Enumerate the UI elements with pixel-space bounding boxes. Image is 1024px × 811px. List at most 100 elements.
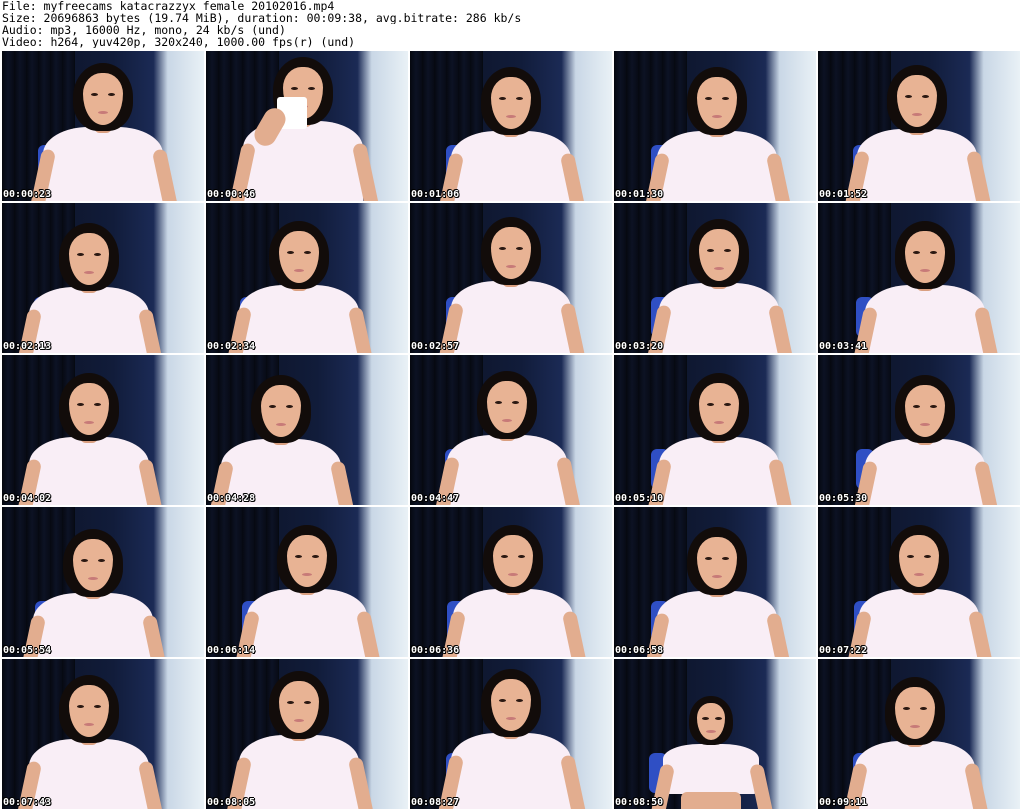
left-eye [91, 93, 98, 96]
white-t-shirt [451, 733, 571, 809]
frame-timestamp: 00:01:52 [819, 189, 868, 200]
left-eye [499, 699, 506, 702]
left-eye [499, 247, 506, 250]
right-eye [724, 249, 731, 252]
left-eye [705, 557, 712, 560]
video-frame-thumbnail: 00:00:46 [206, 51, 408, 201]
video-frame-thumbnail: 00:04:47 [410, 355, 612, 505]
right-eye [94, 403, 101, 406]
left-eye [81, 559, 88, 562]
mouth [910, 725, 920, 728]
right-eye [930, 405, 937, 408]
video-frame-thumbnail: 00:05:30 [818, 355, 1020, 505]
video-frame-thumbnail: 00:09:11 [818, 659, 1020, 809]
mouth [302, 573, 312, 576]
left-eye [707, 403, 714, 406]
video-frame-thumbnail: 00:02:34 [206, 203, 408, 353]
left-eye [707, 249, 714, 252]
frame-timestamp: 00:00:46 [207, 189, 256, 200]
right-eye [518, 555, 525, 558]
video-frame-thumbnail: 00:00:23 [2, 51, 204, 201]
left-eye [77, 403, 84, 406]
right-eye [286, 405, 293, 408]
mouth [712, 575, 722, 578]
mouth [502, 419, 512, 422]
right-eye [308, 87, 315, 90]
left-eye [913, 251, 920, 254]
video-frame-thumbnail: 00:05:54 [2, 507, 204, 657]
right-eye [98, 559, 105, 562]
left-eye [501, 555, 508, 558]
white-t-shirt [659, 437, 779, 505]
left-eye [77, 705, 84, 708]
frame-timestamp: 00:08:50 [615, 797, 664, 808]
mouth [84, 723, 94, 726]
white-t-shirt [239, 285, 359, 353]
mouth [506, 265, 516, 268]
frame-timestamp: 00:01:06 [411, 189, 460, 200]
right-eye [922, 95, 929, 98]
left-eye [705, 97, 712, 100]
video-frame-thumbnail: 00:07:22 [818, 507, 1020, 657]
mouth [712, 115, 722, 118]
video-info-line: Video: h264, yuv420p, 320x240, 1000.00 f… [2, 36, 356, 48]
frame-timestamp: 00:07:43 [3, 797, 52, 808]
right-eye [512, 401, 519, 404]
right-eye [304, 251, 311, 254]
mouth [914, 573, 924, 576]
white-t-shirt [657, 131, 777, 201]
video-frame-thumbnail: 00:06:14 [206, 507, 408, 657]
audio-info-line: Audio: mp3, 16000 Hz, mono, 24 kb/s (und… [2, 24, 286, 36]
right-eye [930, 251, 937, 254]
frame-timestamp: 00:02:13 [3, 341, 52, 352]
left-eye [913, 405, 920, 408]
right-eye [722, 557, 729, 560]
left-eye [77, 253, 84, 256]
video-frame-thumbnail: 00:04:28 [206, 355, 408, 505]
mouth [506, 717, 516, 720]
white-t-shirt [663, 744, 759, 795]
video-frame-thumbnail: 00:03:20 [614, 203, 816, 353]
frame-timestamp: 00:05:10 [615, 493, 664, 504]
file-size-line: Size: 20696863 bytes (19.74 MiB), durati… [2, 12, 522, 24]
frame-timestamp: 00:07:22 [819, 645, 868, 656]
white-t-shirt [451, 131, 571, 201]
frame-timestamp: 00:01:30 [615, 189, 664, 200]
right-eye [108, 93, 115, 96]
video-frame-thumbnail: 00:01:06 [410, 51, 612, 201]
white-t-shirt [453, 589, 573, 657]
video-frame-thumbnail: 00:08:05 [206, 659, 408, 809]
left-eye [499, 97, 506, 100]
white-t-shirt [865, 285, 985, 353]
video-frame-thumbnail: 00:04:02 [2, 355, 204, 505]
mouth [920, 269, 930, 272]
frame-timestamp: 00:06:36 [411, 645, 460, 656]
video-frame-thumbnail: 00:06:36 [410, 507, 612, 657]
mouth [714, 421, 724, 424]
video-frame-thumbnail: 00:03:41 [818, 203, 1020, 353]
frame-timestamp: 00:04:28 [207, 493, 256, 504]
frame-timestamp: 00:08:05 [207, 797, 256, 808]
left-eye [495, 401, 502, 404]
mouth [508, 573, 518, 576]
right-eye [94, 705, 101, 708]
video-frame-thumbnail: 00:02:57 [410, 203, 612, 353]
left-eye [291, 87, 298, 90]
mouth [84, 271, 94, 274]
file-name-line: File: myfreecams_katacrazzyx_female_2010… [2, 0, 335, 12]
mouth [276, 423, 286, 426]
frame-timestamp: 00:03:41 [819, 341, 868, 352]
white-t-shirt [247, 589, 367, 657]
frame-timestamp: 00:05:30 [819, 493, 868, 504]
left-eye [905, 95, 912, 98]
white-t-shirt [659, 283, 779, 353]
frame-timestamp: 00:06:14 [207, 645, 256, 656]
white-t-shirt [239, 735, 359, 809]
mouth [98, 111, 108, 114]
frame-timestamp: 00:04:02 [3, 493, 52, 504]
mouth [294, 719, 304, 722]
mouth [506, 115, 516, 118]
right-eye [924, 555, 931, 558]
frame-timestamp: 00:09:11 [819, 797, 868, 808]
left-eye [295, 555, 302, 558]
